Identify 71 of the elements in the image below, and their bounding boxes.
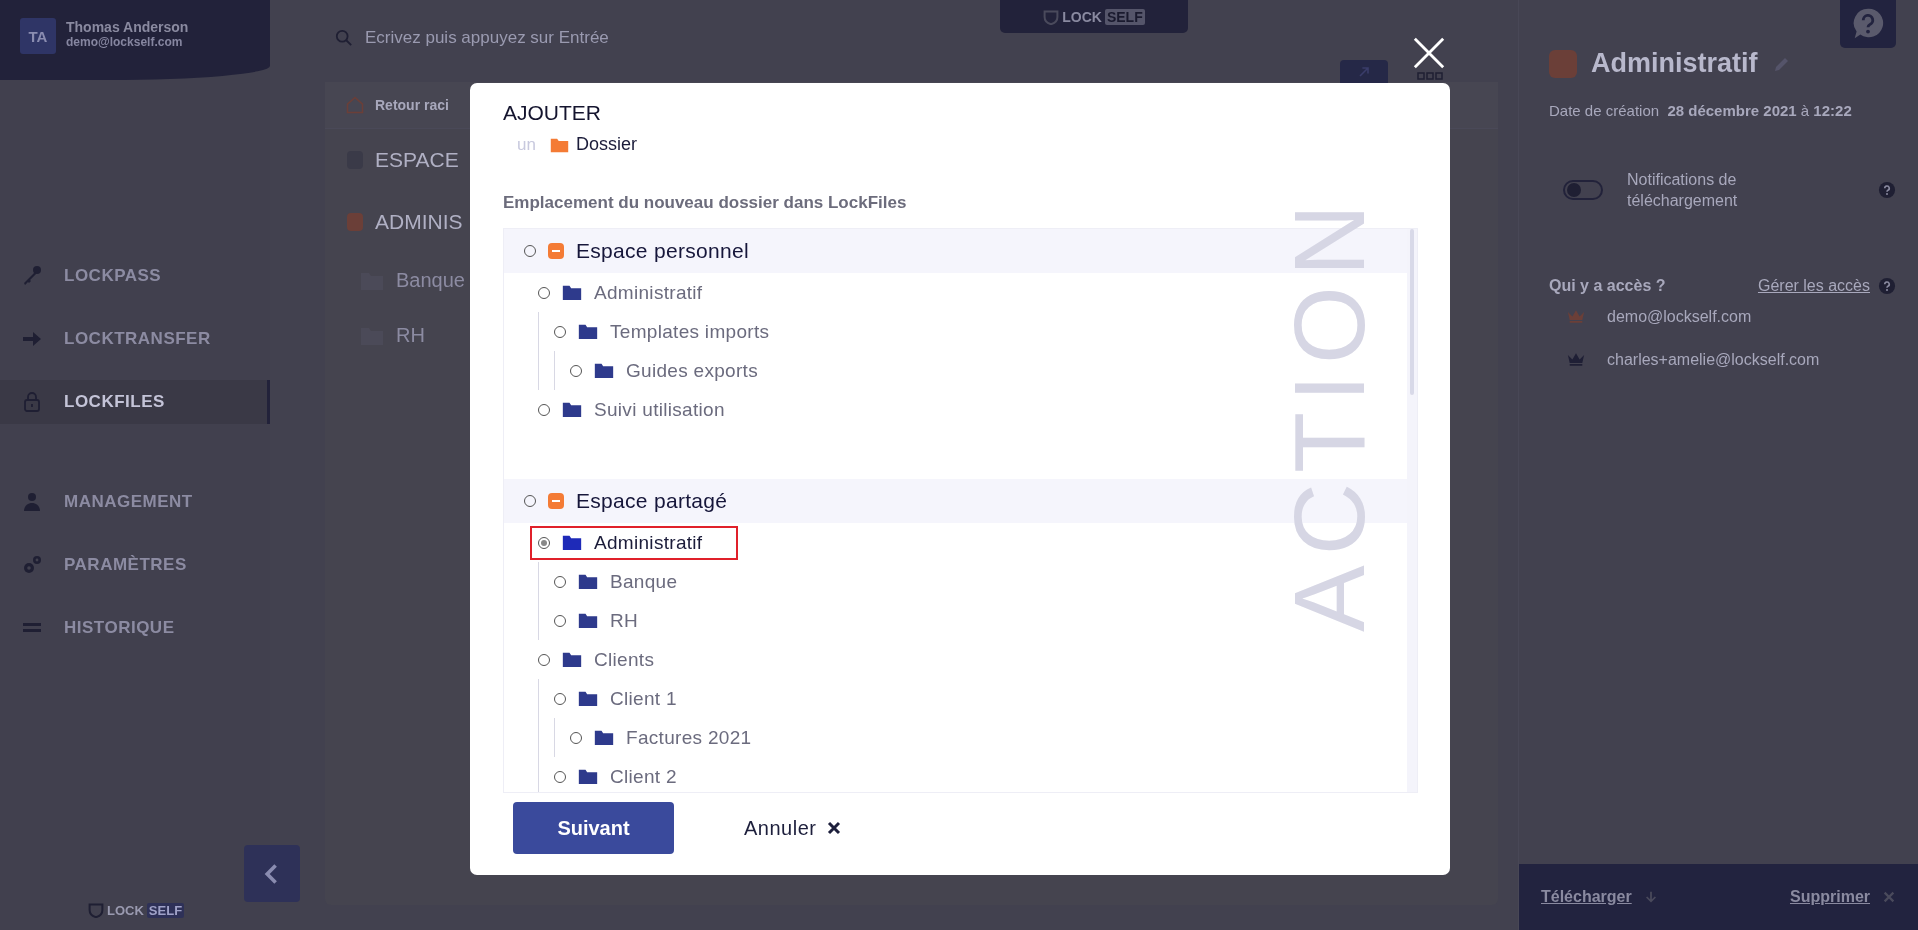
close-icon: [1882, 890, 1896, 904]
folder-color-icon: [1549, 49, 1577, 78]
user-email: demo@lockself.com: [66, 35, 184, 49]
help-icon[interactable]: [1878, 277, 1896, 295]
item-type: Dossier: [575, 134, 637, 155]
folder-icon: [578, 612, 598, 629]
nav-item[interactable]: LOCKPASS: [0, 254, 270, 298]
shield-icon: [1043, 8, 1060, 25]
folder-icon: [562, 534, 582, 551]
expand-button[interactable]: [1340, 60, 1388, 86]
folder-label[interactable]: RH: [396, 324, 425, 347]
cancel-button[interactable]: Annuler: [738, 815, 849, 841]
nav-item[interactable]: LOCKTRANSFER: [0, 317, 270, 361]
nav-item[interactable]: LOCKFILES: [0, 380, 270, 424]
brand-logo: LOCK SELF: [88, 902, 185, 918]
nav-item[interactable]: MANAGEMENT: [0, 480, 270, 524]
shield-icon: [88, 902, 104, 918]
folder-option[interactable]: Client 1: [546, 681, 691, 716]
folder-icon: [578, 573, 598, 590]
help-icon[interactable]: [1878, 181, 1896, 199]
user-email: charles+amelie@lockself.com: [1607, 350, 1820, 369]
arrow-down-icon: [1643, 890, 1658, 904]
download-link[interactable]: Télécharger: [1541, 888, 1632, 906]
user-name: Thomas Anderson: [66, 19, 189, 35]
notifications-label: Notifications de téléchargement: [1627, 170, 1739, 211]
folder-icon: [578, 768, 598, 785]
folder-option[interactable]: Administratif: [530, 525, 739, 560]
scrollbar[interactable]: [1407, 229, 1417, 792]
space-label[interactable]: ESPACE: [375, 148, 459, 172]
close-icon[interactable]: [1412, 36, 1446, 70]
folder-icon: [594, 362, 614, 379]
folder-icon: [562, 401, 582, 418]
user-avatar[interactable]: TA: [20, 18, 56, 54]
folder-icon: [594, 729, 614, 746]
folder-option[interactable]: Templates imports: [546, 314, 784, 349]
folder-label[interactable]: Banque: [396, 269, 465, 292]
folder-icon: [578, 323, 598, 340]
access-heading: Qui y a accès ?: [1549, 277, 1666, 295]
nav-item[interactable]: PARAMÈTRES: [0, 543, 270, 587]
folder-icon: [562, 651, 582, 668]
location-label: Emplacement du nouveau dossier dans LockFiles: [503, 193, 908, 213]
nav-item[interactable]: HISTORIQUE: [0, 606, 270, 650]
brand-logo: LOCK SELF: [1000, 0, 1188, 33]
collapse-sidebar-button[interactable]: [244, 845, 300, 902]
folder-option[interactable]: Administratif: [530, 275, 717, 310]
folder-option[interactable]: Factures 2021: [562, 720, 766, 755]
folder-option[interactable]: Client 2: [546, 759, 691, 792]
search-field[interactable]: Ecrivez puis appuyez sur Entrée: [363, 27, 847, 49]
creation-date: Date de création 28 décembre 2021 à 12:22: [1549, 101, 1853, 121]
delete-link[interactable]: Supprimer: [1790, 888, 1870, 906]
dialog-title: AJOUTER: [503, 101, 602, 125]
folder-icon: [549, 136, 569, 153]
folder-option[interactable]: Banque: [546, 564, 692, 599]
folder-option[interactable]: Clients: [530, 642, 669, 677]
breadcrumb-link[interactable]: Retour raci: [375, 97, 449, 113]
folder-icon: [562, 284, 582, 301]
search-icon: [335, 29, 353, 47]
toggle-switch[interactable]: [1563, 180, 1603, 200]
folder-icon: [578, 690, 598, 707]
space-icon: [548, 243, 564, 259]
manage-access-link[interactable]: Gérer les accès: [1757, 277, 1870, 295]
close-icon: [826, 820, 843, 836]
folder-option[interactable]: Guides exports: [562, 353, 772, 388]
user-email: demo@lockself.com: [1607, 307, 1752, 326]
space-icon: [548, 493, 564, 509]
folder-title: Administratif: [1591, 48, 1758, 79]
folder-option[interactable]: Suivi utilisation: [530, 392, 739, 427]
next-button[interactable]: Suivant: [513, 802, 674, 854]
space-label[interactable]: ADMINIS: [375, 210, 463, 234]
home-icon: [345, 95, 365, 115]
folder-option[interactable]: RH: [546, 603, 653, 638]
